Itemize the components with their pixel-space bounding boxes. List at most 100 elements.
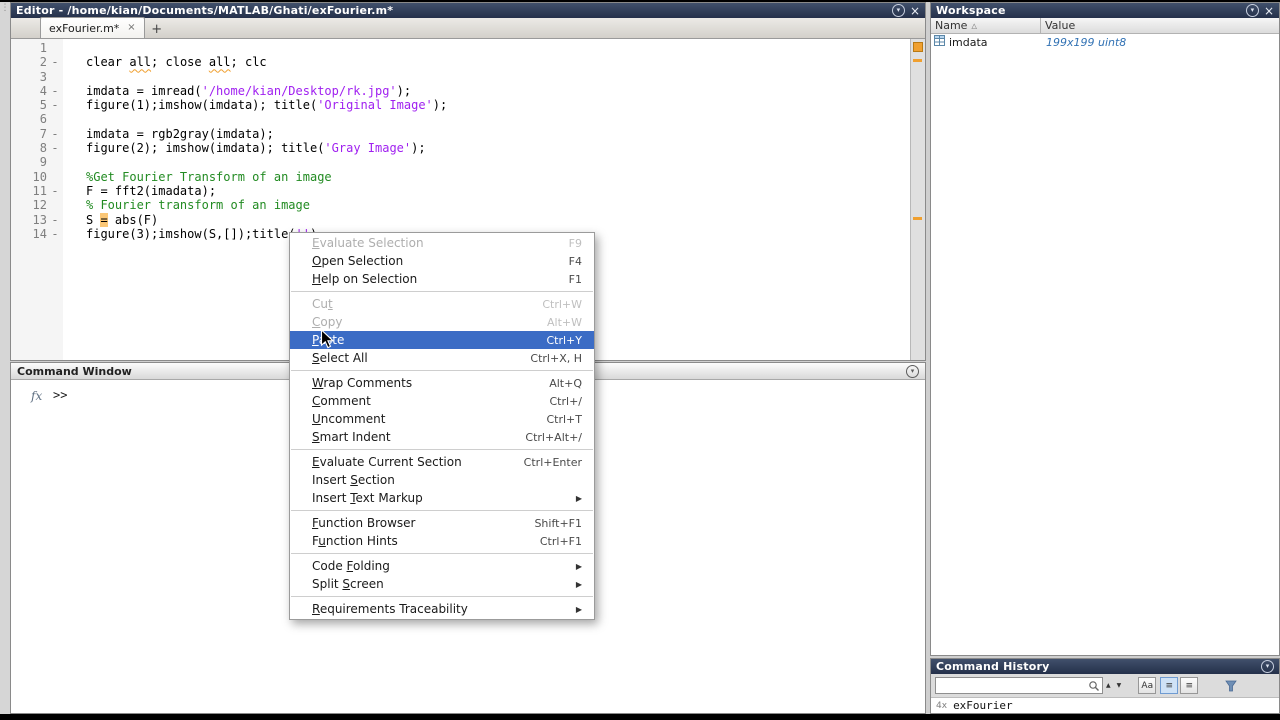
line-number: 2	[39, 55, 47, 70]
code-line-3: 3	[11, 70, 911, 84]
menu-item-shortcut: Ctrl+F1	[539, 534, 582, 548]
menu-separator	[291, 596, 593, 597]
menu-item-evaluate-current-section[interactable]: Evaluate Current Section Ctrl+Enter	[290, 453, 594, 471]
line-number: 14	[32, 226, 47, 241]
search-prev-icon[interactable]: ▲	[1103, 682, 1114, 689]
exec-dash: -	[51, 183, 59, 198]
menu-item-requirements-traceability[interactable]: Requirements Traceability ▶	[290, 600, 594, 618]
menu-item-label: Cut	[312, 297, 333, 311]
bottom-border	[0, 714, 1280, 720]
match-case-button[interactable]: Aa	[1138, 677, 1157, 694]
menu-item-label: Function Hints	[312, 534, 398, 548]
history-entry[interactable]: 4x exFourier	[931, 698, 1279, 713]
command-history-title: Command History	[936, 660, 1050, 673]
submenu-arrow-icon: ▶	[575, 579, 582, 589]
menu-item-code-folding[interactable]: Code Folding ▶	[290, 557, 594, 575]
workspace-row[interactable]: imdata 199x199 uint8	[931, 34, 1279, 50]
history-list: 4x exFourier	[931, 698, 1279, 713]
menu-item-function-hints[interactable]: Function Hints Ctrl+F1	[290, 532, 594, 550]
menu-separator	[291, 370, 593, 371]
menu-item-wrap-comments[interactable]: Wrap Comments Alt+Q	[290, 374, 594, 392]
history-search-input[interactable]	[936, 679, 1088, 692]
command-history-titlebar: Command History ▾	[931, 659, 1279, 674]
workspace-panel: Workspace ▾ × Name △ Value imdata 199x199…	[930, 2, 1280, 656]
line-number: 11	[32, 183, 47, 198]
view-list-button[interactable]: ≡	[1160, 677, 1179, 694]
menu-item-label: Insert Text Markup	[312, 491, 423, 505]
editor-scrollbar[interactable]	[910, 39, 925, 360]
command-window-actions-icon[interactable]: ▾	[906, 364, 919, 378]
workspace-close-icon[interactable]: ×	[1264, 5, 1274, 17]
exec-dash	[47, 170, 63, 184]
filter-funnel-icon[interactable]	[1224, 679, 1238, 693]
menu-item-shortcut: Shift+F1	[534, 516, 582, 530]
menu-item-shortcut: Ctrl+Y	[546, 333, 582, 347]
menu-item-function-browser[interactable]: Function Browser Shift+F1	[290, 514, 594, 532]
editor-actions-icon[interactable]: ▾	[891, 4, 905, 17]
workspace-actions-icon[interactable]: ▾	[1245, 4, 1259, 17]
command-history-actions-icon[interactable]: ▾	[1261, 660, 1274, 673]
menu-item-shortcut: Ctrl+/	[549, 394, 583, 408]
menu-item-insert-section[interactable]: Insert Section	[290, 471, 594, 489]
menu-item-label: Uncomment	[312, 412, 386, 426]
menu-item-help-on-selection[interactable]: Help on Selection F1	[290, 270, 594, 288]
history-search-box[interactable]	[935, 677, 1103, 694]
exec-dash: -	[51, 83, 59, 98]
menu-item-insert-text-markup[interactable]: Insert Text Markup ▶	[290, 489, 594, 507]
lint-marker-line-2[interactable]	[913, 59, 922, 63]
column-value-label: Value	[1045, 19, 1076, 32]
code-line-10: 10 %Get Fourier Transform of an image	[11, 170, 911, 184]
variable-name-cell: imdata	[931, 35, 1041, 49]
code-line-9: 9	[11, 155, 911, 169]
view-compact-button[interactable]: ≡	[1180, 677, 1199, 694]
column-header-name[interactable]: Name △	[931, 18, 1041, 33]
menu-item-select-all[interactable]: Select All Ctrl+X, H	[290, 349, 594, 367]
menu-item-label: Smart Indent	[312, 430, 391, 444]
code-lines: 1 2- clear all; close all; clc 3 4- imdata = …	[11, 41, 911, 241]
code-text: figure(2); imshow(imdata); title('Gray I…	[86, 141, 426, 156]
line-number: 5	[39, 98, 47, 113]
line-number: 8	[39, 141, 47, 156]
code-line-13: 13- S = abs(F)	[11, 212, 911, 227]
lint-summary-indicator[interactable]	[913, 42, 923, 52]
tab-label: exFourier.m*	[49, 21, 120, 35]
line-number: 9	[39, 155, 47, 170]
mouse-cursor	[320, 329, 335, 349]
menu-item-shortcut: Alt+Q	[549, 376, 582, 390]
menu-item-label: Copy	[312, 315, 343, 329]
menu-item-shortcut: Ctrl+Enter	[523, 455, 582, 469]
menu-item-open-selection[interactable]: Open Selection F4	[290, 252, 594, 270]
tab-close-icon[interactable]: ×	[127, 23, 135, 33]
line-number: 12	[32, 198, 47, 213]
menu-item-uncomment[interactable]: Uncomment Ctrl+T	[290, 410, 594, 428]
matlab-desktop: ⋮ Editor - /home/kian/Documents/MATLAB/G…	[0, 0, 1280, 720]
editor-close-icon[interactable]: ×	[910, 5, 920, 17]
code-line-6: 6	[11, 112, 911, 126]
dock-grip-strip[interactable]: ⋮	[0, 2, 10, 714]
new-tab-button[interactable]: +	[148, 21, 166, 38]
search-next-icon[interactable]: ▼	[1114, 682, 1125, 689]
menu-item-label: Paste	[312, 333, 344, 347]
code-text: imdata = rgb2gray(imdata);	[86, 126, 274, 141]
menu-item-shortcut: F1	[568, 272, 582, 286]
menu-item-smart-indent[interactable]: Smart Indent Ctrl+Alt+/	[290, 428, 594, 446]
workspace-column-headers: Name △ Value	[931, 18, 1279, 34]
menu-item-label: Requirements Traceability	[312, 602, 468, 616]
array-icon	[934, 35, 945, 49]
column-header-value[interactable]: Value	[1041, 18, 1279, 33]
lint-marker-line-13[interactable]	[913, 216, 922, 220]
submenu-arrow-icon: ▶	[575, 604, 582, 614]
code-text: figure(1);imshow(imdata); title('Origina…	[86, 98, 448, 113]
column-name-label: Name	[935, 19, 968, 32]
tab-exfourier[interactable]: exFourier.m* ×	[40, 17, 145, 38]
exec-dash	[47, 198, 63, 212]
menu-item-label: Help on Selection	[312, 272, 418, 286]
menu-item-comment[interactable]: Comment Ctrl+/	[290, 392, 594, 410]
fx-icon[interactable]: fx	[31, 389, 42, 403]
menu-item-label: Evaluate Current Section	[312, 455, 462, 469]
menu-item-split-screen[interactable]: Split Screen ▶	[290, 575, 594, 593]
search-icon	[1089, 680, 1099, 691]
menu-item-shortcut: Ctrl+W	[542, 297, 582, 311]
